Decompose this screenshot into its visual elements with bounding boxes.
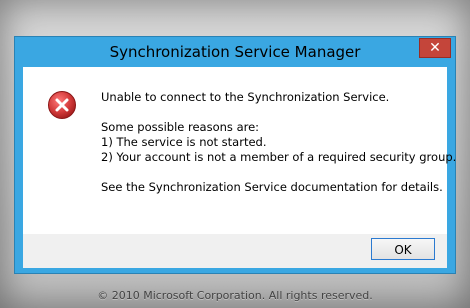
dialog-title: Synchronization Service Manager <box>109 43 361 61</box>
error-icon <box>48 91 76 119</box>
error-dialog: Synchronization Service Manager ✕ Unable… <box>14 36 456 274</box>
close-icon: ✕ <box>429 40 441 56</box>
message-line: Unable to connect to the Synchronization… <box>101 90 390 104</box>
copyright-text: © 2010 Microsoft Corporation. All rights… <box>97 289 373 302</box>
message-line: Some possible reasons are: <box>101 120 260 134</box>
dialog-titlebar[interactable]: Synchronization Service Manager ✕ <box>15 37 455 67</box>
dialog-content: Unable to connect to the Synchronization… <box>23 67 457 234</box>
message-line: 2) Your account is not a member of a req… <box>101 150 457 164</box>
ok-button[interactable]: OK <box>371 238 435 260</box>
message-line: See the Synchronization Service document… <box>101 180 443 194</box>
close-button[interactable]: ✕ <box>419 38 451 58</box>
dialog-footer: OK <box>23 234 447 268</box>
error-message: Unable to connect to the Synchronization… <box>101 90 457 195</box>
message-line: 1) The service is not started. <box>101 135 267 149</box>
